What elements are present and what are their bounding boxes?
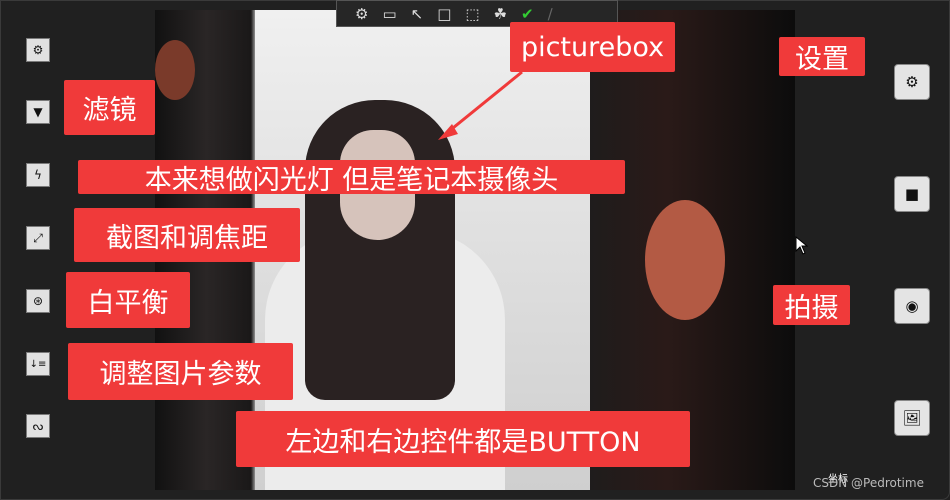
annotation-white-balance: 白平衡 xyxy=(66,272,190,328)
annotation-screenshot-focus: 截图和调焦距 xyxy=(74,208,300,262)
annotation-picturebox: picturebox xyxy=(510,22,675,72)
annotation-filter: 滤镜 xyxy=(64,80,155,135)
annotation-settings: 设置 xyxy=(779,37,865,76)
watermark: CSDN @Pedrotime xyxy=(813,476,924,490)
annotation-flash: 本来想做闪光灯 但是笔记本摄像头 xyxy=(78,160,625,196)
mouse-cursor-icon xyxy=(795,236,809,255)
annotation-buttons-note: 左边和右边控件都是BUTTON xyxy=(236,411,690,467)
annotation-capture: 拍摄 xyxy=(773,285,850,325)
annotation-adjust: 调整图片参数 xyxy=(68,343,293,400)
